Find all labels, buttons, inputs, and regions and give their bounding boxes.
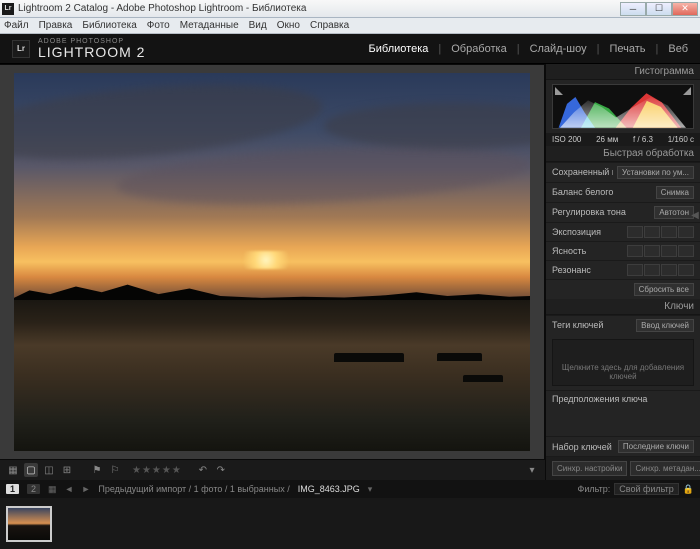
filter-label: Фильтр:: [578, 484, 611, 494]
exif-aperture: f / 6.3: [633, 135, 653, 144]
preset-dropdown[interactable]: Установки по ум...: [617, 166, 694, 179]
menu-library[interactable]: Библиотека: [82, 20, 136, 31]
histogram[interactable]: [546, 80, 700, 133]
module-library[interactable]: Библиотека: [369, 43, 429, 55]
nav-back-icon[interactable]: ◄: [65, 484, 74, 494]
wb-dropdown[interactable]: Снимка: [656, 186, 694, 199]
exposure-down1[interactable]: [644, 226, 660, 238]
module-develop[interactable]: Обработка: [451, 43, 506, 55]
exif-iso: ISO 200: [552, 135, 581, 144]
preset-label: Сохраненный пресет: [552, 167, 613, 177]
keyword-set-dropdown[interactable]: Последние ключи: [618, 440, 694, 453]
exposure-label: Экспозиция: [552, 227, 623, 237]
keyword-suggestions-area: [552, 407, 694, 436]
survey-view-icon[interactable]: ⊞: [60, 463, 74, 477]
exif-readout: ISO 200 26 мм f / 6.3 1/160 с: [546, 133, 700, 146]
menu-view[interactable]: Вид: [249, 20, 267, 31]
menu-edit[interactable]: Правка: [39, 20, 73, 31]
vibrance-up1[interactable]: [661, 264, 677, 276]
window-title: Lightroom 2 Catalog - Adobe Photoshop Li…: [18, 3, 620, 14]
exposure-up1[interactable]: [661, 226, 677, 238]
exif-shutter: 1/160 с: [668, 135, 694, 144]
sync-metadata-button[interactable]: Синхр. метадан...: [630, 461, 700, 476]
flag-pick-icon[interactable]: ⚑: [90, 463, 104, 477]
exif-focal: 26 мм: [596, 135, 618, 144]
sync-settings-button[interactable]: Синхр. настройки: [552, 461, 627, 476]
vibrance-down2[interactable]: [627, 264, 643, 276]
filter-dropdown[interactable]: Свой фильтр: [614, 483, 679, 495]
clarity-up2[interactable]: [678, 245, 694, 257]
autotone-button[interactable]: Автотон: [654, 206, 694, 219]
module-print[interactable]: Печать: [609, 43, 645, 55]
exposure-down2[interactable]: [627, 226, 643, 238]
breadcrumb[interactable]: Предыдущий импорт / 1 фото / 1 выбранных…: [98, 484, 289, 494]
view-toolbar: ▦ ▢ ◫ ⊞ ⚑ ⚐ ★★★★★ ↶ ↷ ▾: [0, 460, 545, 480]
compare-view-icon[interactable]: ◫: [42, 463, 56, 477]
nav-fwd-icon[interactable]: ►: [81, 484, 90, 494]
menu-help[interactable]: Справка: [310, 20, 349, 31]
menu-file[interactable]: Файл: [4, 20, 29, 31]
monitor-1-badge[interactable]: 1: [6, 484, 19, 494]
keyword-tags-dropdown[interactable]: Ввод ключей: [636, 319, 694, 332]
menu-photo[interactable]: Фото: [147, 20, 170, 31]
app-header: Lr ADOBE PHOTOSHOP LIGHTROOM 2 Библиотек…: [0, 34, 700, 64]
keyword-entry-area[interactable]: Щелкните здесь для добавления ключей: [552, 339, 694, 386]
module-picker: Библиотека| Обработка| Слайд-шоу| Печать…: [369, 43, 688, 55]
flag-reject-icon[interactable]: ⚐: [108, 463, 122, 477]
window-close-button[interactable]: ✕: [672, 2, 698, 16]
loupe-view[interactable]: [0, 64, 545, 460]
photo-preview: [14, 73, 530, 451]
app-icon: Lr: [2, 3, 14, 15]
vibrance-label: Резонанс: [552, 265, 623, 275]
rotate-cw-icon[interactable]: ↷: [214, 463, 228, 477]
window-titlebar: Lr Lightroom 2 Catalog - Adobe Photoshop…: [0, 0, 700, 18]
rotate-ccw-icon[interactable]: ↶: [196, 463, 210, 477]
right-panel: Гистограмма ISO 200 26 мм f / 6.3 1/160 …: [545, 64, 700, 480]
menu-window[interactable]: Окно: [277, 20, 300, 31]
vibrance-up2[interactable]: [678, 264, 694, 276]
brand-title: LIGHTROOM 2: [38, 44, 145, 60]
window-maximize-button[interactable]: ☐: [646, 2, 672, 16]
filter-lock-icon[interactable]: 🔒: [683, 484, 694, 495]
keyword-suggestions-label: Предположения ключа: [552, 394, 694, 404]
reset-all-button[interactable]: Сбросить все: [634, 283, 694, 296]
os-menubar: Файл Правка Библиотека Фото Метаданные В…: [0, 18, 700, 34]
keyword-tags-label: Теги ключей: [552, 320, 632, 330]
lightroom-logo-icon: Lr: [12, 40, 30, 58]
quickdev-panel-header[interactable]: Быстрая обработка: [546, 146, 700, 162]
filmstrip[interactable]: [0, 498, 700, 549]
filmstrip-infobar: 1 2 ▦ ◄ ► Предыдущий импорт / 1 фото / 1…: [0, 480, 700, 498]
module-web[interactable]: Веб: [668, 43, 688, 55]
loupe-view-icon[interactable]: ▢: [24, 463, 38, 477]
clarity-label: Ясность: [552, 246, 623, 256]
right-panel-expand-icon[interactable]: ◀: [690, 200, 700, 230]
clarity-down2[interactable]: [627, 245, 643, 257]
clarity-down1[interactable]: [644, 245, 660, 257]
keyword-hint: Щелкните здесь для добавления ключей: [557, 363, 689, 381]
tone-label: Регулировка тона: [552, 207, 650, 217]
monitor-2-badge[interactable]: 2: [27, 484, 40, 494]
filmstrip-thumbnail[interactable]: [6, 506, 52, 542]
clarity-up1[interactable]: [661, 245, 677, 257]
toolbar-menu-icon[interactable]: ▾: [525, 463, 539, 477]
menu-metadata[interactable]: Метаданные: [180, 20, 239, 31]
grid-view-icon[interactable]: ▦: [6, 463, 20, 477]
histogram-panel-header[interactable]: Гистограмма: [546, 64, 700, 80]
keywords-panel-header[interactable]: Ключи: [546, 299, 700, 315]
vibrance-down1[interactable]: [644, 264, 660, 276]
keyword-set-label: Набор ключей: [552, 442, 614, 452]
current-filename: IMG_8463.JPG: [298, 484, 360, 494]
window-minimize-button[interactable]: ─: [620, 2, 646, 16]
breadcrumb-menu-icon[interactable]: ▾: [368, 484, 373, 495]
wb-label: Баланс белого: [552, 187, 652, 197]
module-slideshow[interactable]: Слайд-шоу: [530, 43, 587, 55]
star-rating[interactable]: ★★★★★: [132, 465, 182, 476]
grid-shortcut-icon[interactable]: ▦: [48, 484, 57, 495]
